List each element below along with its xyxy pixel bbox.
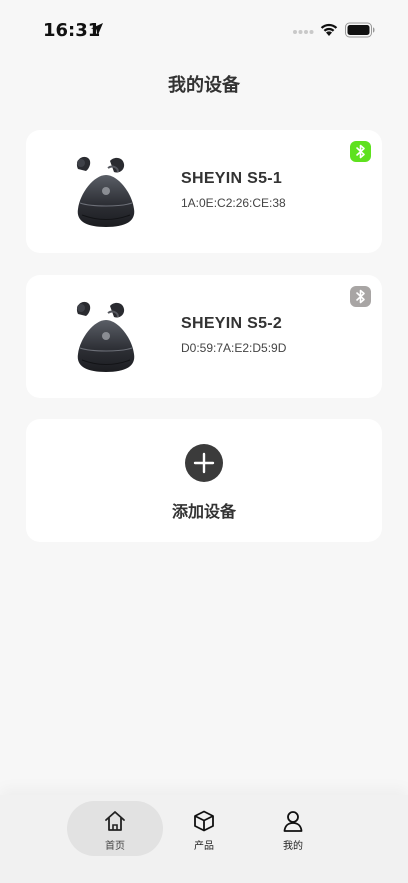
location-arrow-icon: [91, 23, 103, 36]
device-name: SHEYIN S5-2: [181, 315, 283, 332]
tab-product-label: 产品: [194, 841, 214, 852]
home-icon: [105, 811, 125, 831]
earbud-case-icon: [76, 156, 135, 227]
tab-product[interactable]: 产品: [156, 801, 252, 856]
device-mac-address: 1A:0E:C2:26:CE:38: [181, 196, 286, 210]
device-card-sheyin-s5-1[interactable]: SHEYIN S5-1 1A:0E:C2:26:CE:38: [26, 130, 382, 253]
battery-icon: [345, 22, 375, 38]
device-card-sheyin-s5-2[interactable]: SHEYIN S5-2 D0:59:7A:E2:D5:9D: [26, 275, 382, 398]
tab-mine[interactable]: 我的: [245, 801, 341, 856]
box-icon: [194, 810, 214, 832]
bluetooth-disconnected-icon[interactable]: [350, 286, 371, 307]
device-mac-address: D0:59:7A:E2:D5:9D: [181, 341, 287, 355]
add-device-button[interactable]: 添加设备: [26, 419, 382, 542]
earbud-case-icon: [76, 301, 135, 372]
tab-home-label: 首页: [105, 841, 125, 852]
device-name: SHEYIN S5-1: [181, 170, 283, 187]
page-title: 我的设备: [168, 75, 240, 96]
tab-bar: 首页 产品 我的: [0, 795, 408, 883]
tab-home[interactable]: 首页: [67, 801, 163, 856]
plus-circle-icon[interactable]: [185, 444, 223, 482]
add-device-label: 添加设备: [171, 502, 236, 521]
user-icon: [283, 811, 303, 832]
tab-mine-label: 我的: [283, 841, 303, 852]
cellular-signal-icon: [293, 30, 314, 34]
bluetooth-connected-icon[interactable]: [350, 141, 371, 162]
status-bar: 16:31: [0, 0, 408, 54]
wifi-icon: [320, 23, 338, 36]
